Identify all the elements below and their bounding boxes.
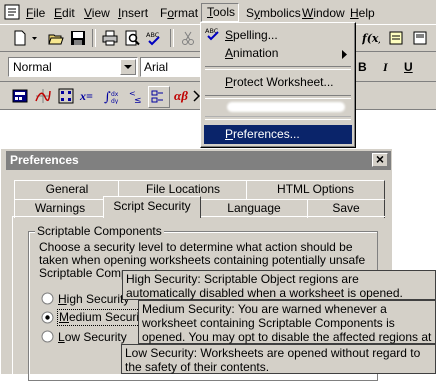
save-icon[interactable] — [70, 30, 86, 46]
menu-item-spelling[interactable]: Spelling... — [225, 27, 278, 43]
programming-toolbar-icon[interactable] — [148, 86, 170, 108]
spell-check-icon[interactable]: ABC — [146, 30, 162, 46]
menu-format[interactable]: Format — [160, 5, 198, 21]
menu-tools[interactable]: Tools — [201, 3, 239, 22]
svg-text:dy: dy — [111, 98, 119, 104]
print-preview-icon[interactable] — [124, 30, 140, 46]
radio-button-icon — [41, 330, 54, 343]
menu-window[interactable]: Window — [302, 5, 345, 21]
svg-text:f(x): f(x) — [362, 32, 380, 45]
submenu-arrow-icon — [342, 48, 348, 59]
evaluation-toolbar-button[interactable]: x= — [80, 89, 93, 104]
close-icon[interactable]: × — [372, 152, 388, 167]
menu-edit[interactable]: Edit — [54, 5, 75, 21]
insert-unit-icon[interactable] — [388, 30, 404, 46]
calculator-toolbar-icon[interactable] — [12, 88, 28, 104]
svg-text:∫: ∫ — [104, 90, 111, 104]
new-file-icon[interactable] — [12, 30, 28, 46]
matrix-toolbar-icon[interactable] — [58, 88, 74, 104]
tooltip-medium-security: Medium Security: You are warned whenever… — [138, 300, 436, 358]
boolean-toolbar-icon[interactable]: < ≤ — [128, 88, 144, 106]
menu-bar: File Edit View Insert Format Tools Symbo… — [0, 0, 436, 24]
tooltip-high-security: High Security: Scriptable Object regions… — [122, 270, 436, 300]
menu-separator — [205, 95, 351, 99]
chevron-down-icon — [124, 65, 132, 69]
menu-item-protect-worksheet[interactable]: Protect Worksheet... — [225, 74, 334, 90]
menu-symbolics[interactable]: Symbolics — [246, 5, 301, 21]
bold-button[interactable]: B — [358, 60, 367, 74]
style-dropdown-button[interactable] — [120, 59, 136, 75]
group-title: Scriptable Components — [35, 224, 164, 238]
menu-item-animation[interactable]: Animation — [225, 45, 278, 61]
font-combobox[interactable]: Arial — [140, 57, 202, 77]
svg-text:≤: ≤ — [134, 96, 142, 104]
resource-center-icon[interactable] — [412, 30, 428, 46]
dialog-title: Preferences — [10, 153, 79, 167]
menu-separator — [205, 66, 351, 70]
underline-button[interactable]: U — [404, 60, 413, 74]
spell-check-icon: ABC — [205, 26, 223, 42]
calculus-toolbar-icon[interactable]: ∫ dx dy — [104, 88, 120, 105]
menu-view[interactable]: View — [84, 5, 110, 21]
radio-high-security[interactable]: High Security — [41, 291, 131, 307]
menu-separator — [205, 116, 351, 120]
style-combobox[interactable]: Normal — [8, 57, 138, 77]
menu-file[interactable]: File — [26, 5, 45, 21]
menu-insert[interactable]: Insert — [118, 5, 148, 21]
open-folder-icon[interactable] — [48, 30, 64, 46]
cut-icon[interactable] — [180, 30, 196, 46]
italic-button[interactable]: I — [383, 60, 388, 75]
tab-script-security[interactable]: Script Security — [103, 196, 201, 218]
radio-medium-security[interactable]: Medium Security — [41, 309, 151, 326]
new-dropdown-arrow-icon[interactable] — [31, 30, 39, 46]
tab-html-options[interactable]: HTML Options — [246, 180, 385, 199]
font-value: Arial — [144, 60, 169, 74]
greek-toolbar-button[interactable]: αβ — [174, 88, 188, 104]
toolbar-separator — [170, 29, 174, 47]
svg-text:dx: dx — [111, 91, 119, 98]
radio-low-security[interactable]: Low Security — [41, 329, 131, 345]
menu-help[interactable]: Help — [350, 5, 375, 21]
style-value: Normal — [13, 60, 52, 74]
graph-toolbar-icon[interactable] — [34, 88, 51, 104]
toolbar-separator — [92, 29, 96, 47]
menu-item-preferences[interactable]: Preferences... — [204, 125, 352, 144]
symbolic-toolbar-icon[interactable] — [193, 88, 201, 104]
print-icon[interactable] — [102, 30, 118, 46]
insert-function-icon[interactable]: f(x) — [361, 30, 384, 46]
obscured-region — [227, 102, 345, 112]
app-icon[interactable] — [4, 4, 20, 20]
radio-selected-icon — [41, 311, 54, 324]
tools-menu: ABC Spelling... Animation Protect Worksh… — [200, 22, 356, 148]
tooltip-low-security: Low Security: Worksheets are opened with… — [121, 344, 436, 374]
dialog-titlebar[interactable]: Preferences — [6, 151, 391, 170]
radio-button-icon — [41, 292, 54, 305]
